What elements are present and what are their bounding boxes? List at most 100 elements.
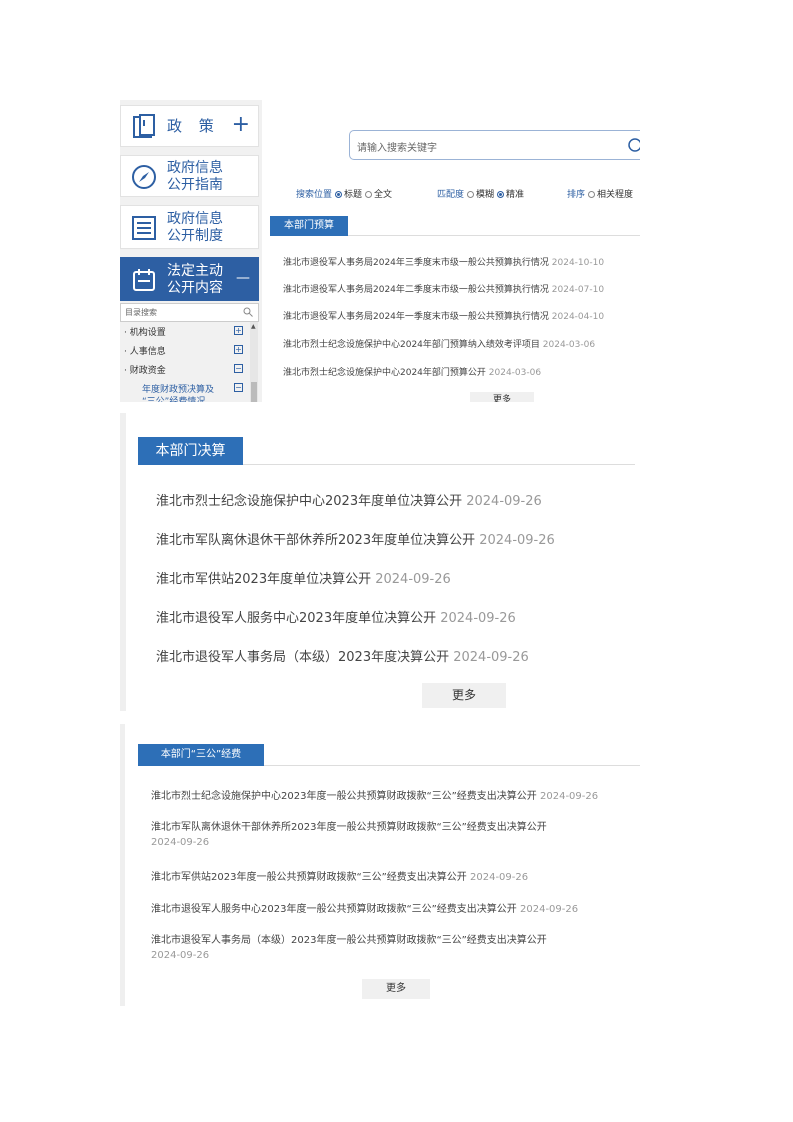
item-date: 2024-09-26 xyxy=(479,533,555,548)
nav-guide-label: 政府信息 公开指南 xyxy=(167,160,223,193)
item-title[interactable]: 淮北市退役军人事务局（本级）2023年度决算公开 xyxy=(156,650,449,665)
sort-label: 排序 xyxy=(567,190,586,200)
item-date: 2024-04-10 xyxy=(551,312,605,322)
radio-fuzzy-label: 模糊 xyxy=(476,190,495,200)
more-button[interactable]: 更多 xyxy=(470,392,534,402)
panel-edge xyxy=(120,724,125,1006)
policy-page-crop: 政 策 + 政府信息 公开指南 政府信息 公开制度 法定主动 公开内容 — 目录… xyxy=(120,100,640,402)
radio-exact[interactable] xyxy=(497,191,505,198)
tab-divider xyxy=(348,235,640,236)
item-title[interactable]: 淮北市退役军人事务局2024年一季度末市级一般公共预算执行情况 xyxy=(283,312,549,322)
search-position-label: 搜索位置 xyxy=(296,190,333,200)
radio-relevance[interactable] xyxy=(588,191,596,198)
expand-icon[interactable]: + xyxy=(234,326,243,335)
nav-statutory-content[interactable]: 法定主动 公开内容 — xyxy=(120,257,259,301)
list-item[interactable]: 淮北市烈士纪念设施保护中心2024年部门预算纳入绩效考评项目 2024-03-0… xyxy=(283,337,595,350)
item-date: 2024-09-26 xyxy=(151,950,210,961)
item-date: 2024-09-26 xyxy=(375,572,451,587)
keyword-search-placeholder: 请输入搜索关键字 xyxy=(357,143,437,154)
list-item[interactable]: 淮北市退役军人服务中心2023年度一般公共预算财政拨款“三公”经费支出决算公开 … xyxy=(151,900,578,915)
expand-icon[interactable]: + xyxy=(234,345,243,354)
search-icon[interactable] xyxy=(243,307,253,317)
plus-icon[interactable]: + xyxy=(232,112,250,137)
nav-policy[interactable]: 政 策 + xyxy=(120,105,259,147)
more-button[interactable]: 更多 xyxy=(422,683,506,708)
nav-system[interactable]: 政府信息 公开制度 xyxy=(120,205,259,249)
sidebar: 政 策 + 政府信息 公开指南 政府信息 公开制度 法定主动 公开内容 — 目录… xyxy=(120,100,262,402)
nav-guide[interactable]: 政府信息 公开指南 xyxy=(120,155,259,197)
tab-dept-final-accounts[interactable]: 本部门决算 xyxy=(138,437,243,465)
keyword-search-input[interactable]: 请输入搜索关键字 xyxy=(349,130,640,160)
item-title[interactable]: 淮北市军供站2023年度单位决算公开 xyxy=(156,572,371,587)
item-title[interactable]: 淮北市退役军人服务中心2023年度单位决算公开 xyxy=(156,611,436,626)
list-item[interactable]: 淮北市军供站2023年度一般公共预算财政拨款“三公”经费支出决算公开 2024-… xyxy=(151,868,528,883)
directory-search-input[interactable]: 目录搜索 xyxy=(120,303,259,322)
calendar-icon xyxy=(133,269,155,291)
tree-item-annual-budget-2[interactable]: “三公”经费情况 xyxy=(142,394,205,402)
item-title[interactable]: 淮北市烈士纪念设施保护中心2024年部门预算公开 xyxy=(283,368,486,378)
list-item[interactable]: 淮北市烈士纪念设施保护中心2023年度一般公共预算财政拨款“三公”经费支出决算公… xyxy=(151,787,598,802)
list-item[interactable]: 淮北市军队离休退休干部休养所2023年度一般公共预算财政拨款“三公”经费支出决算… xyxy=(151,818,547,853)
tab-dept-budget[interactable]: 本部门预算 xyxy=(270,216,348,236)
item-date: 2024-09-26 xyxy=(520,904,579,915)
item-title[interactable]: 淮北市烈士纪念设施保护中心2023年度一般公共预算财政拨款“三公”经费支出决算公… xyxy=(151,791,537,802)
item-title[interactable]: 淮北市退役军人事务局（本级）2023年度一般公共预算财政拨款“三公”经费支出决算… xyxy=(151,935,547,946)
scroll-thumb[interactable] xyxy=(251,382,257,402)
item-date: 2024-10-10 xyxy=(551,258,605,268)
item-title[interactable]: 淮北市军队离休退休干部休养所2023年度单位决算公开 xyxy=(156,533,475,548)
radio-relevance-label: 相关程度 xyxy=(597,190,634,200)
list-item[interactable]: 淮北市退役军人事务局（本级）2023年度一般公共预算财政拨款“三公”经费支出决算… xyxy=(151,931,547,966)
collapse-icon[interactable]: − xyxy=(234,383,243,392)
item-title[interactable]: 淮北市退役军人事务局2024年二季度末市级一般公共预算执行情况 xyxy=(283,285,549,295)
item-date: 2024-09-26 xyxy=(151,837,210,848)
item-date: 2024-07-10 xyxy=(551,285,605,295)
more-button[interactable]: 更多 xyxy=(362,979,430,999)
tab-three-public[interactable]: 本部门“三公”经费 xyxy=(138,744,264,766)
radio-fuzzy[interactable] xyxy=(467,191,475,198)
three-public-panel: 本部门“三公”经费 淮北市烈士纪念设施保护中心2023年度一般公共预算财政拨款“… xyxy=(120,724,640,1006)
item-title[interactable]: 淮北市退役军人服务中心2023年度一般公共预算财政拨款“三公”经费支出决算公开 xyxy=(151,904,517,915)
list-item[interactable]: 淮北市烈士纪念设施保护中心2024年部门预算公开 2024-03-06 xyxy=(283,365,541,378)
radio-fulltext-label: 全文 xyxy=(374,190,393,200)
item-title[interactable]: 淮北市军队离休退休干部休养所2023年度一般公共预算财政拨款“三公”经费支出决算… xyxy=(151,822,547,833)
item-title[interactable]: 淮北市军供站2023年度一般公共预算财政拨款“三公”经费支出决算公开 xyxy=(151,872,467,883)
radio-fulltext[interactable] xyxy=(365,191,373,198)
nav-system-label: 政府信息 公开制度 xyxy=(167,211,223,244)
item-date: 2024-09-26 xyxy=(540,791,599,802)
search-icon[interactable] xyxy=(627,137,640,153)
nav-statutory-label: 法定主动 公开内容 xyxy=(167,263,223,296)
tree-item-finance[interactable]: · 财政资金 xyxy=(124,363,166,376)
minus-icon[interactable]: — xyxy=(236,270,250,286)
item-title[interactable]: 淮北市烈士纪念设施保护中心2023年度单位决算公开 xyxy=(156,494,462,509)
tab-divider xyxy=(264,765,640,766)
item-date: 2024-09-26 xyxy=(453,650,529,665)
item-date: 2024-09-26 xyxy=(440,611,516,626)
item-title[interactable]: 淮北市退役军人事务局2024年三季度末市级一般公共预算执行情况 xyxy=(283,258,549,268)
tree-scrollbar[interactable]: ▲ xyxy=(250,322,258,402)
list-item[interactable]: 淮北市军队离休退休干部休养所2023年度单位决算公开 2024-09-26 xyxy=(156,529,555,548)
compass-icon xyxy=(132,165,156,189)
list-item[interactable]: 淮北市退役军人事务局2024年三季度末市级一般公共预算执行情况 2024-10-… xyxy=(283,255,604,268)
item-date: 2024-09-26 xyxy=(466,494,542,509)
tree-item-org[interactable]: · 机构设置 xyxy=(124,325,166,338)
list-item[interactable]: 淮北市军供站2023年度单位决算公开 2024-09-26 xyxy=(156,568,451,587)
radio-title[interactable] xyxy=(335,191,343,198)
nav-policy-label: 政 策 xyxy=(167,117,220,135)
panel-edge xyxy=(120,413,126,711)
list-item[interactable]: 淮北市退役军人服务中心2023年度单位决算公开 2024-09-26 xyxy=(156,607,516,626)
list-item[interactable]: 淮北市退役军人事务局（本级）2023年度决算公开 2024-09-26 xyxy=(156,646,529,665)
radio-title-label: 标题 xyxy=(344,190,363,200)
radio-exact-label: 精准 xyxy=(506,190,525,200)
tree-item-personnel[interactable]: · 人事信息 xyxy=(124,344,166,357)
list-item[interactable]: 淮北市退役军人事务局2024年二季度末市级一般公共预算执行情况 2024-07-… xyxy=(283,282,604,295)
list-item[interactable]: 淮北市烈士纪念设施保护中心2023年度单位决算公开 2024-09-26 xyxy=(156,490,542,509)
item-date: 2024-03-06 xyxy=(542,340,596,350)
book-icon xyxy=(133,114,155,138)
list-item[interactable]: 淮北市退役军人事务局2024年一季度末市级一般公共预算执行情况 2024-04-… xyxy=(283,309,604,322)
item-title[interactable]: 淮北市烈士纪念设施保护中心2024年部门预算纳入绩效考评项目 xyxy=(283,340,540,350)
match-label: 匹配度 xyxy=(437,190,465,200)
collapse-icon[interactable]: − xyxy=(234,364,243,373)
match-options: 匹配度 模糊 精准 xyxy=(437,187,524,200)
scroll-up-icon[interactable]: ▲ xyxy=(251,324,257,330)
directory-search-placeholder: 目录搜索 xyxy=(125,308,157,317)
